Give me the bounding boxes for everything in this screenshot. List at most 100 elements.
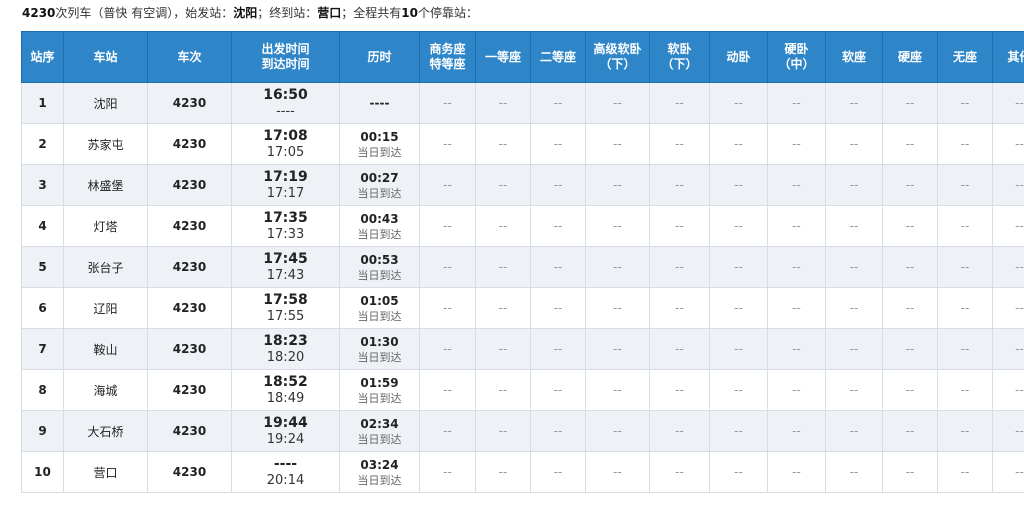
seat-motor-sleeper: -- — [709, 369, 768, 411]
arrive-time: 19:24 — [266, 431, 305, 447]
summary-origin: 沈阳 — [233, 6, 258, 20]
header-soft-sleeper: 软卧 （下） — [649, 31, 710, 83]
seat-business: -- — [419, 287, 476, 329]
station-name: 张台子 — [63, 246, 148, 288]
header-time-dep: 出发时间 — [261, 42, 310, 56]
times-cell: 18:52 18:49 — [231, 369, 340, 411]
arrive-time: 17:17 — [266, 185, 305, 201]
depart-time: 17:08 — [263, 127, 308, 144]
train-number: 4230 — [147, 287, 232, 329]
seat-hard-sleeper: -- — [767, 410, 826, 452]
duration-note: 当日到达 — [357, 227, 402, 241]
seat-soft-sleeper-adv: -- — [585, 164, 650, 206]
duration-note: 当日到达 — [357, 473, 402, 487]
seat-first: -- — [475, 287, 531, 329]
seat-soft-sleeper-adv: -- — [585, 205, 650, 247]
seat-no-seat: -- — [937, 82, 993, 124]
arrive-time: 17:33 — [266, 226, 305, 242]
seat-business: -- — [419, 164, 476, 206]
stop-seq: 2 — [21, 123, 64, 165]
duration-value: ---- — [369, 96, 390, 110]
train-number: 4230 — [147, 164, 232, 206]
header-times: 出发时间 到达时间 — [231, 31, 340, 83]
depart-time: 16:50 — [263, 86, 308, 103]
seat-no-seat: -- — [937, 123, 993, 165]
duration-value: 01:05 — [360, 293, 399, 308]
station-name: 大石桥 — [63, 410, 148, 452]
duration-value: 01:59 — [360, 375, 399, 390]
seat-no-seat: -- — [937, 328, 993, 370]
summary-text4: 个停靠站： — [418, 6, 479, 20]
seat-business: -- — [419, 451, 476, 493]
table-row: 2 苏家屯 4230 17:08 17:05 00:15 当日到达 -- -- -- -- -- -- -… — [21, 123, 1024, 165]
seat-hard-seat: -- — [882, 246, 938, 288]
times-cell: 19:44 19:24 — [231, 410, 340, 452]
seat-soft-seat: -- — [825, 246, 883, 288]
duration-cell: 01:05 当日到达 — [339, 287, 420, 329]
duration-cell: 00:53 当日到达 — [339, 246, 420, 288]
seat-other: -- — [992, 205, 1024, 247]
train-number: 4230 — [147, 328, 232, 370]
seat-business: -- — [419, 82, 476, 124]
seat-soft-sleeper-adv: -- — [585, 82, 650, 124]
header-hard-sleeper: 硬卧 （中） — [767, 31, 826, 83]
depart-time: 17:19 — [263, 168, 308, 185]
summary-terminal: 营口 — [317, 6, 342, 20]
header-business: 商务座 特等座 — [419, 31, 476, 83]
seat-first: -- — [475, 451, 531, 493]
header-duration: 历时 — [339, 31, 420, 83]
seat-other: -- — [992, 287, 1024, 329]
times-cell: 16:50 ---- — [231, 82, 340, 124]
table-row: 5 张台子 4230 17:45 17:43 00:53 当日到达 -- -- -- -- -- -- -… — [21, 246, 1024, 288]
header-station: 车站 — [63, 31, 148, 83]
seat-soft-sleeper: -- — [649, 164, 710, 206]
seat-first: -- — [475, 205, 531, 247]
seat-first: -- — [475, 246, 531, 288]
duration-cell: 00:15 当日到达 — [339, 123, 420, 165]
duration-cell: 03:24 当日到达 — [339, 451, 420, 493]
header-business-2: 特等座 — [429, 57, 466, 71]
seat-second: -- — [530, 328, 586, 370]
seat-other: -- — [992, 451, 1024, 493]
seat-business: -- — [419, 328, 476, 370]
train-number: 4230 — [147, 451, 232, 493]
table-row: 9 大石桥 4230 19:44 19:24 02:34 当日到达 -- -- -- -- -- -- -… — [21, 410, 1024, 452]
seat-motor-sleeper: -- — [709, 451, 768, 493]
stop-seq: 7 — [21, 328, 64, 370]
station-name: 海城 — [63, 369, 148, 411]
summary-train-no: 4230 — [22, 6, 56, 20]
timetable: 站序 车站 车次 出发时间 到达时间 历时 商务座 特等座 一等座 二等座 高级软卧… — [21, 31, 1024, 493]
depart-time: ---- — [273, 455, 298, 472]
arrive-time: 18:49 — [266, 390, 305, 406]
seat-soft-sleeper-adv: -- — [585, 287, 650, 329]
table-row: 4 灯塔 4230 17:35 17:33 00:43 当日到达 -- -- -- -- -- -- --… — [21, 205, 1024, 247]
times-cell: 17:35 17:33 — [231, 205, 340, 247]
stop-seq: 9 — [21, 410, 64, 452]
header-ss-2: （下） — [661, 57, 698, 71]
seat-hard-seat: -- — [882, 123, 938, 165]
duration-cell: 00:27 当日到达 — [339, 164, 420, 206]
seat-hard-sleeper: -- — [767, 369, 826, 411]
duration-note: 当日到达 — [357, 432, 402, 446]
seat-hard-sleeper: -- — [767, 246, 826, 288]
depart-time: 17:35 — [263, 209, 308, 226]
seat-no-seat: -- — [937, 451, 993, 493]
seat-second: -- — [530, 205, 586, 247]
header-other: 其他 — [992, 31, 1024, 83]
arrive-time: 17:55 — [266, 308, 305, 324]
seat-business: -- — [419, 369, 476, 411]
station-name: 辽阳 — [63, 287, 148, 329]
seat-soft-sleeper: -- — [649, 328, 710, 370]
header-hs-1: 硬卧 — [784, 42, 809, 56]
seat-second: -- — [530, 451, 586, 493]
seat-soft-seat: -- — [825, 451, 883, 493]
seat-second: -- — [530, 123, 586, 165]
seat-motor-sleeper: -- — [709, 246, 768, 288]
duration-note: 当日到达 — [357, 391, 402, 405]
seat-other: -- — [992, 369, 1024, 411]
seat-first: -- — [475, 123, 531, 165]
duration-value: 00:43 — [360, 211, 399, 226]
duration-note: 当日到达 — [357, 186, 402, 200]
duration-cell: 01:59 当日到达 — [339, 369, 420, 411]
seat-hard-sleeper: -- — [767, 451, 826, 493]
